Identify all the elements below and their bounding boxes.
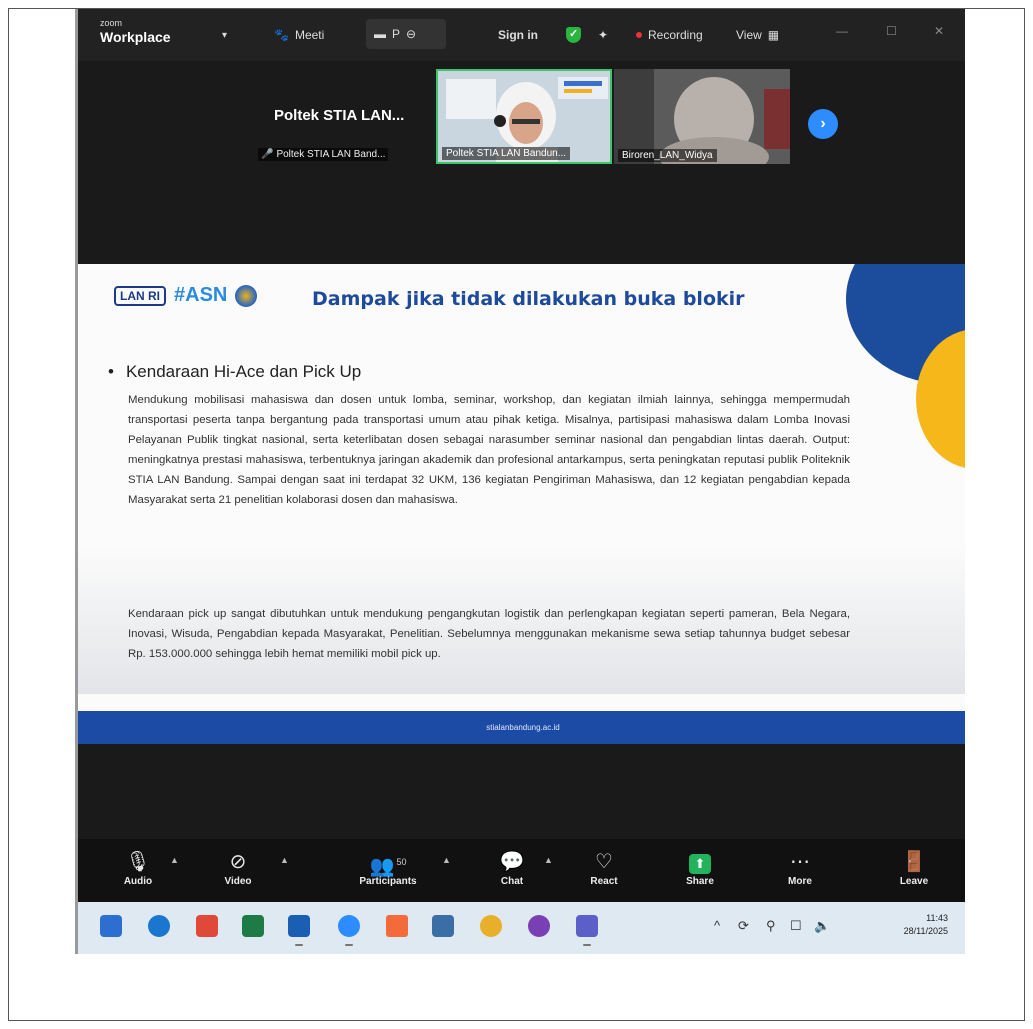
shared-screen-slide: LAN RI #ASN Dampak jika tidak dilakukan … [78, 264, 965, 744]
video-button[interactable]: ⊘ Video [218, 849, 258, 887]
tray-sync-icon[interactable]: ⟳ [738, 918, 749, 934]
browser-app-icon[interactable] [528, 915, 550, 937]
next-page-chevron-icon[interactable]: › [808, 109, 838, 139]
clock-date: 28/11/2025 [903, 926, 948, 936]
audio-button[interactable]: 🎙 Audio [118, 849, 158, 887]
chat-label: Chat [500, 876, 524, 887]
video-tile-label-2: Biroren_LAN_Widya [618, 149, 717, 162]
zoom-app-icon[interactable] [338, 915, 360, 937]
excel-app-icon[interactable] [242, 915, 264, 937]
share-label: Share [686, 876, 714, 887]
meeting-tab-label: Meeti [294, 28, 325, 42]
clock-time: 11:43 [926, 913, 948, 923]
acrobat-app-icon[interactable] [196, 915, 218, 937]
teams-active-indicator [583, 944, 591, 946]
participants-icon: 👥 50 [369, 855, 407, 878]
workplace-menu-chevron-icon[interactable]: ▾ [222, 25, 227, 45]
paw-icon: 🐾 [274, 28, 289, 42]
close-icon[interactable]: ✕ [934, 21, 944, 41]
slide-bullet-heading: Kendaraan Hi-Ace dan Pick Up [108, 362, 361, 382]
video-tile-active-speaker[interactable]: Poltek STIA LAN Bandun... [436, 69, 612, 164]
video-strip: Poltek STIA LAN... 🎤 Poltek STIA LAN Band… [78, 61, 965, 171]
meeting-toolbar: 🎙 Audio ▲ ⊘ Video ▲ 👥 50 Participants ▲ 💬… [78, 839, 965, 902]
snipping-tool-icon[interactable] [386, 915, 408, 937]
signin-button[interactable]: Sign in [498, 25, 538, 45]
minus-circle-icon[interactable]: ⊖ [406, 27, 416, 41]
participant-caption: 🎤 Poltek STIA LAN Band... [258, 148, 389, 161]
brand-workplace-text: Workplace [100, 29, 171, 45]
active-tab[interactable]: ▬ P ⊖ [366, 19, 446, 49]
outlook-app-icon[interactable] [288, 915, 310, 937]
presentation-icon: ▬ [374, 27, 386, 41]
slide-footer-url: stialanbandung.ac.id [78, 711, 965, 744]
brand-zoom-text: zoom [100, 18, 123, 28]
participant-name-tile[interactable]: Poltek STIA LAN... 🎤 Poltek STIA LAN Band… [258, 69, 438, 164]
system-clock[interactable]: 11:43 28/11/2025 [876, 912, 948, 938]
recording-dot-icon [636, 32, 642, 38]
video-tile-second[interactable]: Biroren_LAN_Widya [614, 69, 790, 164]
recording-label: Recording [648, 28, 703, 42]
windows-taskbar: ^ ⟳ ⚲ ☐ 🔈 11:43 28/11/2025 [78, 902, 965, 954]
meeting-tab[interactable]: 🐾 Meeti [274, 25, 324, 45]
minimize-icon[interactable]: — [836, 21, 848, 41]
slide-paragraph-1: Mendukung mobilisasi mahasiswa dan dosen… [128, 394, 850, 506]
audio-label: Audio [123, 876, 153, 887]
asn-logo: #ASN [174, 284, 228, 306]
chat-button[interactable]: 💬 Chat [494, 849, 530, 887]
react-label: React [590, 876, 618, 887]
recording-indicator[interactable]: Recording [636, 25, 703, 45]
teams-app-icon[interactable] [576, 915, 598, 937]
video-off-icon: ⊘ [229, 851, 247, 873]
muted-mic-icon: 🎙 [125, 851, 151, 873]
video-label: Video [224, 876, 252, 887]
leave-button[interactable]: 🚪 Leave [894, 849, 934, 887]
ai-sparkle-icon[interactable]: ✦ [598, 25, 608, 45]
heart-icon: ♡ [595, 851, 613, 873]
slide-paragraph-2: Kendaraan pick up sangat dibutuhkan untu… [128, 608, 850, 660]
app-brand: zoom Workplace [100, 18, 171, 45]
tray-usb-icon[interactable]: ⚲ [766, 918, 776, 934]
slide-title: Dampak jika tidak dilakukan buka blokir [312, 288, 745, 310]
view-label: View [736, 28, 762, 42]
more-dots-icon: ⋯ [790, 851, 810, 873]
muted-mic-icon: 🎤 [261, 149, 274, 160]
slide-logos: LAN RI #ASN [114, 284, 258, 307]
leave-door-icon: 🚪 [901, 851, 927, 873]
more-label: More [788, 876, 812, 887]
participant-count: 50 [396, 857, 407, 867]
zoom-window: zoom Workplace ▾ 🐾 Meeti ▬ P ⊖ Sign in ✦… [75, 9, 965, 954]
share-screen-icon: ⬆ [680, 849, 720, 875]
view-button[interactable]: View ▦ [736, 25, 779, 45]
chat-bubble-icon: 💬 [499, 851, 525, 873]
chrome-app-icon[interactable] [480, 915, 502, 937]
tray-network-icon[interactable]: ☐ [790, 918, 802, 934]
leave-label: Leave [899, 876, 929, 887]
more-button[interactable]: ⋯ More [780, 849, 820, 887]
calculator-app-icon[interactable] [432, 915, 454, 937]
hp-app-icon[interactable] [148, 915, 170, 937]
start-windows-icon[interactable] [100, 915, 122, 937]
institution-emblem-icon [235, 284, 258, 307]
active-tab-label: P [392, 27, 401, 41]
security-shield-icon[interactable] [566, 25, 581, 45]
grid-view-icon: ▦ [767, 28, 780, 42]
tray-chevron-up-icon[interactable]: ^ [714, 918, 720, 933]
video-tile-label: Poltek STIA LAN Bandun... [442, 147, 571, 160]
participants-label: Participants [359, 876, 417, 887]
maximize-icon[interactable]: ☐ [886, 21, 897, 41]
lan-ri-logo: LAN RI [114, 285, 166, 306]
outlook-active-indicator [295, 944, 303, 946]
zoom-active-indicator [345, 944, 353, 946]
title-bar: zoom Workplace ▾ 🐾 Meeti ▬ P ⊖ Sign in ✦… [78, 9, 965, 61]
tray-volume-icon[interactable]: 🔈 [814, 918, 830, 934]
participants-button[interactable]: 👥 50 Participants [350, 849, 426, 887]
participant-name: Poltek STIA LAN... [274, 107, 405, 124]
share-button[interactable]: ⬆ Share [680, 849, 720, 887]
react-button[interactable]: ♡ React [584, 849, 624, 887]
